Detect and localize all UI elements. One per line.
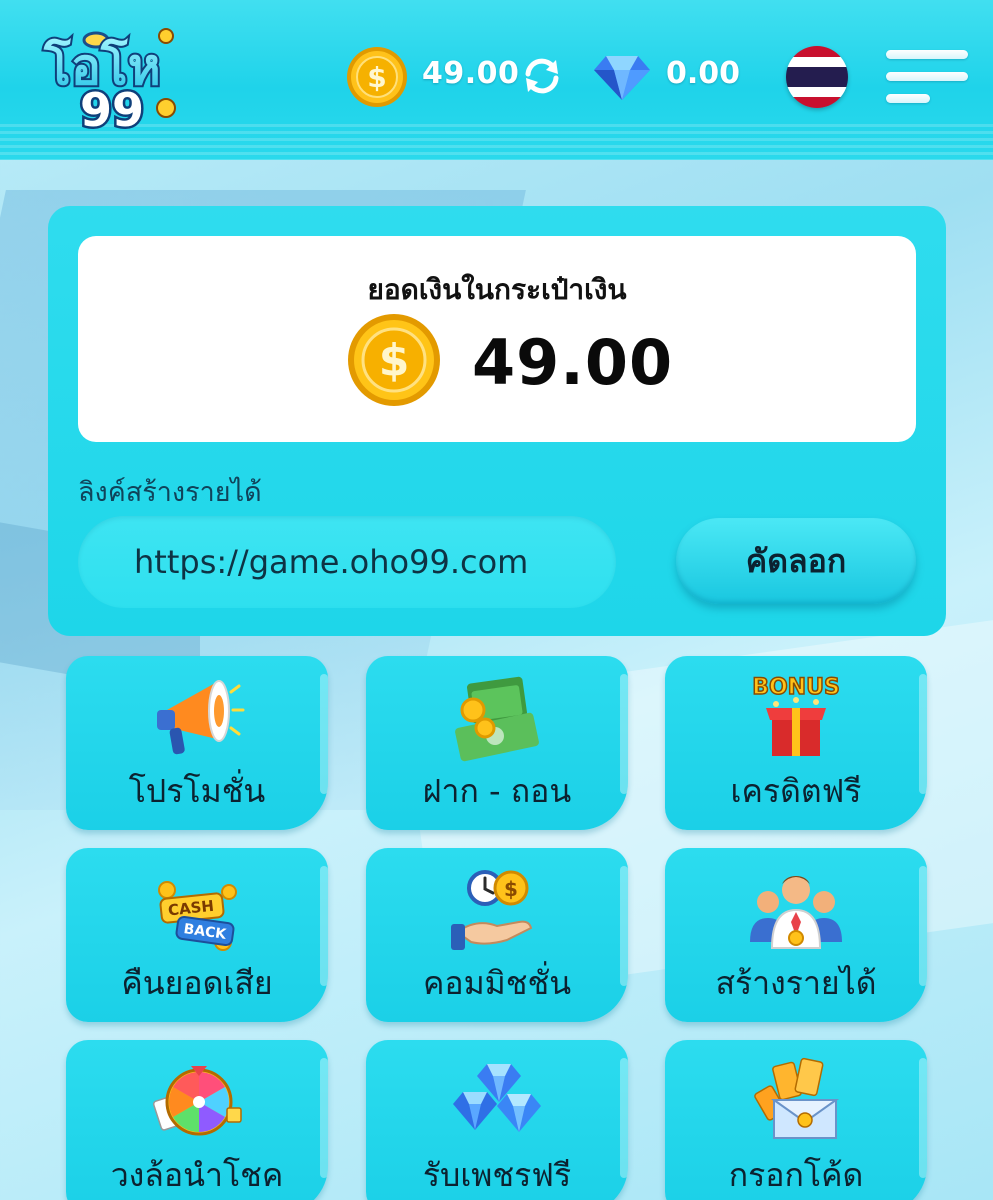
tile-label: คืนยอดเสีย — [121, 964, 273, 1002]
tile-earn-income[interactable]: สร้างรายได้ — [665, 848, 927, 1022]
referral-link-label: ลิงค์สร้างรายได้ — [78, 477, 262, 508]
tile-label: ฝาก - ถอน — [422, 772, 572, 810]
diamond-icon — [592, 50, 652, 102]
tile-free-credit[interactable]: BONUS เครดิตฟรี — [665, 656, 927, 830]
tile-label: วงล้อนำโชค — [110, 1156, 284, 1194]
tile-enter-code[interactable]: กรอกโค้ด — [665, 1040, 927, 1200]
tile-lucky-wheel[interactable]: วงล้อนำโชค — [66, 1040, 328, 1200]
wallet-title: ยอดเงินในกระเป๋าเงิน — [367, 273, 627, 306]
tile-promotion[interactable]: โปรโมชั่น — [66, 656, 328, 830]
svg-text:99: 99 — [80, 83, 144, 132]
commission-icon: $ — [447, 862, 547, 958]
tile-cashback[interactable]: CASH BACK คืนยอดเสีย — [66, 848, 328, 1022]
money-stack-icon — [447, 670, 547, 766]
wallet-amount: 49.00 — [472, 326, 674, 399]
copy-button[interactable]: คัดลอก — [676, 518, 916, 604]
tile-label: คอมมิชชั่น — [422, 964, 572, 1002]
tile-label: รับเพชรฟรี — [422, 1156, 572, 1194]
coin-icon: $ — [346, 46, 408, 108]
lucky-wheel-icon — [147, 1054, 247, 1150]
tile-deposit-withdraw[interactable]: ฝาก - ถอน — [366, 656, 628, 830]
coupon-envelope-icon — [746, 1054, 846, 1150]
svg-text:$: $ — [379, 335, 410, 386]
coin-balance: 49.00 — [422, 56, 520, 91]
oho99-logo[interactable]: โอโห 99 — [36, 22, 186, 140]
svg-text:BONUS: BONUS — [752, 675, 840, 700]
coin-icon: $ — [346, 312, 442, 408]
hamburger-menu-icon[interactable] — [886, 50, 968, 106]
referral-link-field[interactable]: https://game.oho99.com — [78, 516, 616, 608]
team-icon — [746, 862, 846, 958]
diamond-balance: 0.00 — [666, 56, 741, 91]
top-bar: โอโห 99 $ 49.00 0.00 — [0, 0, 993, 160]
svg-text:$: $ — [367, 61, 386, 94]
refresh-icon[interactable] — [520, 56, 564, 96]
tile-label: สร้างรายได้ — [715, 964, 877, 1002]
tile-label: กรอกโค้ด — [728, 1156, 864, 1194]
diamond-icon — [447, 1054, 547, 1150]
tile-commission[interactable]: $ คอมมิชชั่น — [366, 848, 628, 1022]
thailand-flag-icon[interactable] — [786, 46, 848, 108]
tile-free-diamond[interactable]: รับเพชรฟรี — [366, 1040, 628, 1200]
megaphone-icon — [147, 670, 247, 766]
svg-text:$: $ — [504, 877, 518, 901]
bonus-gift-icon: BONUS — [746, 670, 846, 766]
tile-label: เครดิตฟรี — [730, 772, 862, 810]
tile-label: โปรโมชั่น — [128, 772, 266, 810]
cashback-icon: CASH BACK — [147, 862, 247, 958]
